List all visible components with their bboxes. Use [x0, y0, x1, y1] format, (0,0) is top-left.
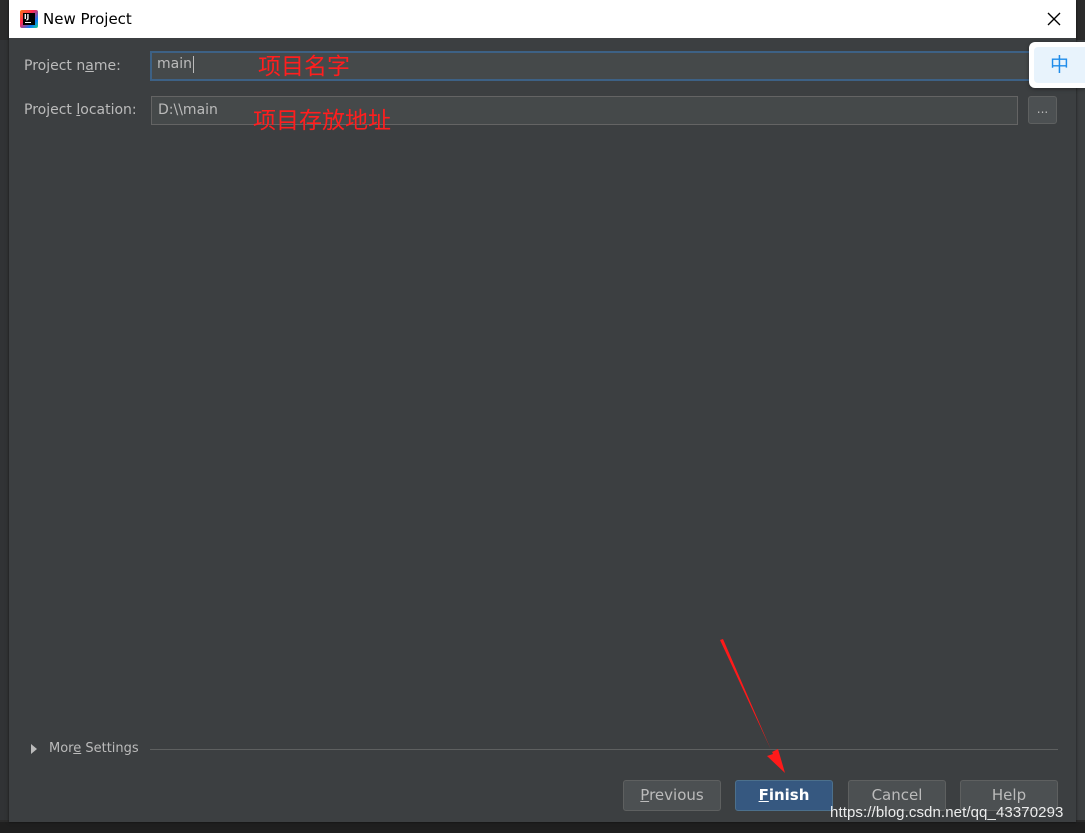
project-name-label: Project name: — [24, 58, 121, 74]
more-settings-divider — [150, 749, 1058, 750]
ide-bottom-strip — [0, 822, 1085, 833]
title-bar: IJ New Project — [9, 0, 1076, 38]
finish-button[interactable]: Finish — [735, 780, 833, 811]
intellij-logo-icon: IJ — [20, 10, 38, 28]
project-name-annotation: 项目名字 — [258, 54, 350, 80]
previous-button[interactable]: Previous — [623, 780, 721, 811]
browse-button[interactable]: ... — [1028, 96, 1057, 124]
project-name-value: main — [157, 56, 192, 72]
project-location-value: D:\\main — [158, 102, 218, 118]
ime-indicator[interactable]: 中 — [1029, 42, 1085, 88]
new-project-dialog: IJ New Project Project name: main 项目名字 P… — [9, 0, 1076, 822]
close-icon — [1047, 12, 1061, 26]
expand-triangle-icon — [31, 743, 37, 754]
ime-chinese-mode-icon: 中 — [1034, 47, 1085, 83]
window-title: New Project — [43, 10, 132, 28]
watermark: https://blog.csdn.net/qq_43370293 — [830, 804, 1064, 821]
more-settings-toggle[interactable]: More Settings — [31, 741, 139, 756]
project-location-annotation: 项目存放地址 — [253, 108, 391, 134]
project-location-label: Project location: — [24, 102, 137, 118]
more-settings-label: More Settings — [49, 741, 139, 756]
ide-right-strip — [1076, 40, 1085, 820]
text-caret — [192, 55, 194, 73]
close-button[interactable] — [1032, 0, 1076, 38]
